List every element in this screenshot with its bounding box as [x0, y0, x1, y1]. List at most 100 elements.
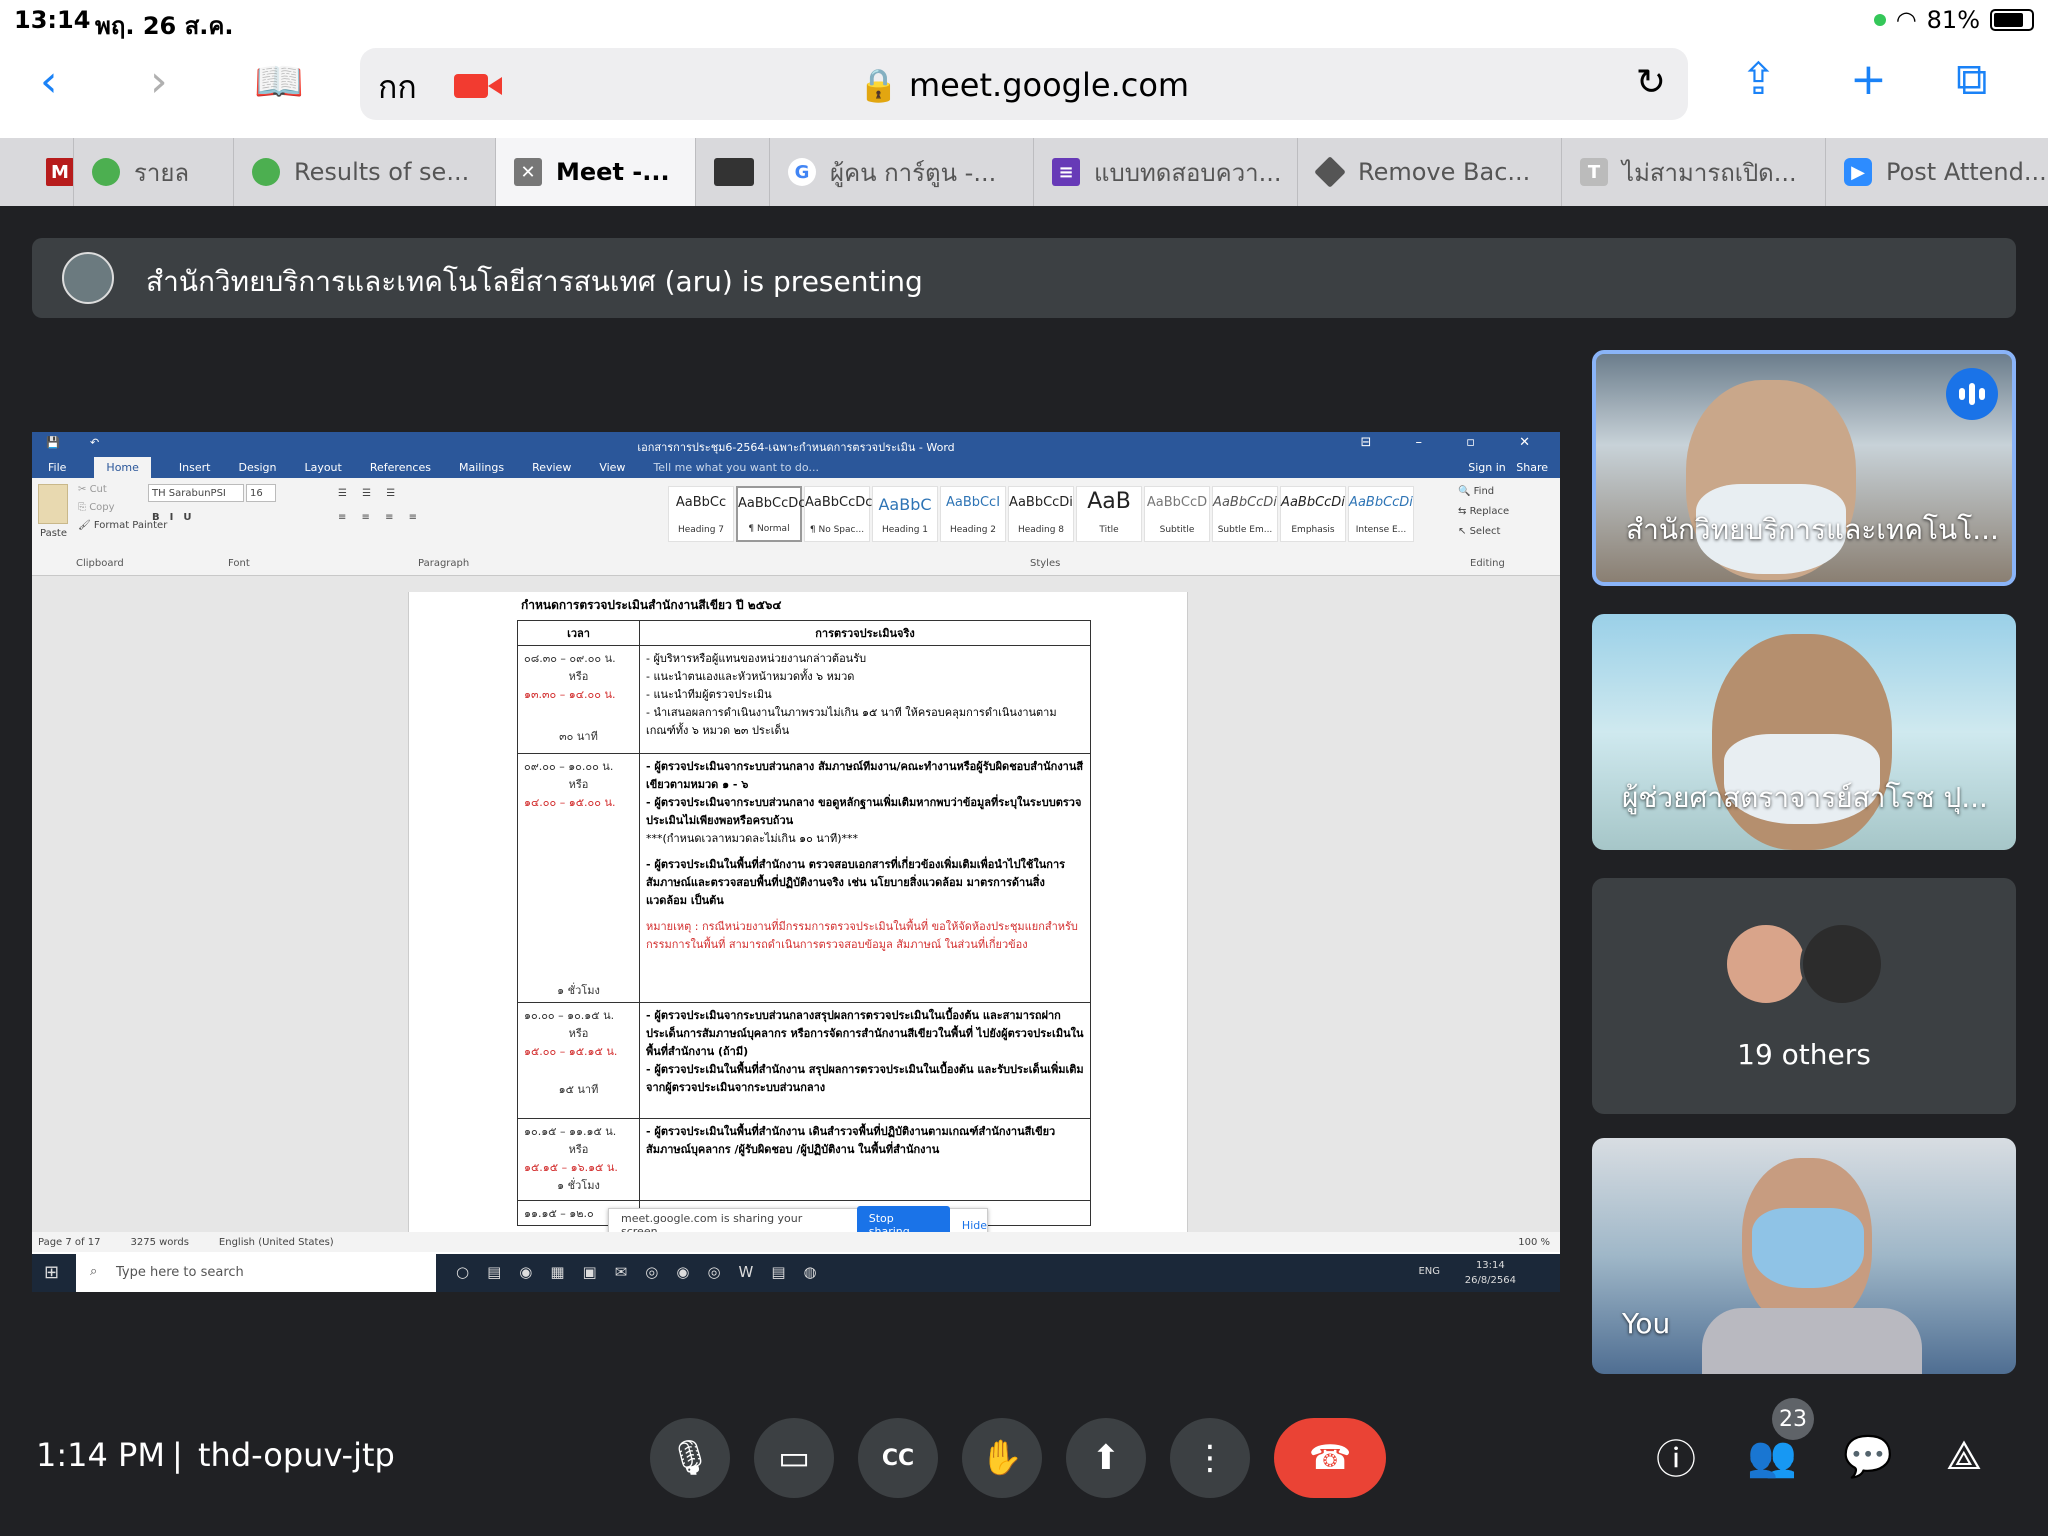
menu-references[interactable]: References	[370, 461, 431, 474]
style-heading-7[interactable]: AaBbCc Heading 7	[668, 486, 734, 542]
menu-file[interactable]: File	[48, 461, 66, 474]
meeting-info-button[interactable]: ⓘ	[1648, 1428, 1704, 1484]
window-controls[interactable]: ⊟ – ▫ ✕	[1361, 435, 1551, 450]
tabs-overview-icon[interactable]: ⧉	[1956, 54, 1987, 105]
chat-button[interactable]: 💬	[1840, 1428, 1896, 1484]
tab-forms[interactable]: ≡ แบบทดสอบควา...	[1034, 138, 1298, 206]
bookmarks-icon[interactable]: 📖	[254, 54, 304, 110]
paste-button[interactable]: Paste	[40, 528, 67, 539]
participant-name: สำนักวิทยบริการและเทคโนโ...	[1626, 513, 1999, 546]
tab-remove-bg[interactable]: Remove Bac...	[1298, 138, 1562, 206]
microphone-icon: 🎙	[668, 1438, 712, 1478]
google-icon: G	[788, 158, 816, 186]
tab-google-cartoon[interactable]: G ผู้คน การ์ตูน -...	[770, 138, 1034, 206]
tab-post-attend[interactable]: ▶ Post Attend...	[1826, 138, 2048, 206]
tab-cannot-open[interactable]: T ไม่สามารถเปิด...	[1562, 138, 1826, 206]
zoom-level[interactable]: 100 %	[1518, 1237, 1550, 1248]
windows-start-icon[interactable]: ⊞	[44, 1262, 59, 1283]
paste-icon[interactable]	[38, 484, 68, 524]
tab-camera[interactable]	[696, 138, 770, 206]
microphone-button[interactable]: 🎙	[650, 1418, 730, 1498]
menu-insert[interactable]: Insert	[179, 461, 211, 474]
captions-button[interactable]: CC	[858, 1418, 938, 1498]
presenting-text: สำนักวิทยบริการและเทคโนโลยีสารสนเทศ (aru…	[146, 265, 923, 298]
style-subtle-emphasis[interactable]: AaBbCcDi Subtle Em...	[1212, 486, 1278, 542]
info-icon: ⓘ	[1656, 1437, 1696, 1483]
taskbar-clock[interactable]: 13:14 26/8/2564	[1465, 1258, 1516, 1288]
avatar	[1724, 922, 1808, 1006]
camera-button[interactable]: ▭	[754, 1418, 834, 1498]
url-text[interactable]: 🔒 meet.google.com	[360, 66, 1688, 104]
menu-review[interactable]: Review	[532, 461, 571, 474]
font-size-select[interactable]: 16	[246, 484, 276, 502]
raise-hand-button[interactable]: ✋	[962, 1418, 1042, 1498]
copy-button[interactable]: ⎘ Copy	[78, 502, 115, 513]
language-indicator[interactable]: English (United States)	[219, 1237, 334, 1248]
mask-shape	[1752, 1208, 1864, 1288]
style-title[interactable]: AaB Title	[1076, 486, 1142, 542]
tab-label: Results of se...	[294, 158, 470, 186]
style-heading-1[interactable]: AaBbC Heading 1	[872, 486, 938, 542]
more-vert-icon: ⋮	[1193, 1438, 1227, 1478]
menu-view[interactable]: View	[599, 461, 625, 474]
participant-tile-others[interactable]: 19 others	[1592, 878, 2016, 1114]
replace-button[interactable]: ⇆ Replace	[1458, 506, 1509, 517]
address-bar[interactable]: กก 🔒 meet.google.com ↻	[360, 48, 1688, 120]
sign-in-share[interactable]: Sign in Share	[1468, 461, 1548, 474]
back-icon[interactable]: ‹	[40, 54, 58, 110]
select-button[interactable]: ↖ Select	[1458, 526, 1500, 537]
find-button[interactable]: 🔍 Find	[1458, 486, 1494, 497]
new-tab-icon[interactable]: +	[1850, 54, 1887, 105]
more-options-button[interactable]: ⋮	[1170, 1418, 1250, 1498]
close-icon[interactable]: ✕	[514, 158, 542, 186]
share-icon[interactable]: ⇪	[1740, 54, 1777, 105]
tell-me-box[interactable]: Tell me what you want to do...	[653, 461, 819, 474]
present-button[interactable]: ⬆	[1066, 1418, 1146, 1498]
style-normal[interactable]: AaBbCcDc ¶ Normal	[736, 486, 805, 542]
end-call-button[interactable]: ☎	[1274, 1418, 1386, 1498]
format-buttons[interactable]: BIU	[152, 512, 201, 523]
document-page[interactable]: กำหนดการตรวจประเมินสำนักงานสีเขียว ปี ๒๕…	[408, 592, 1188, 1252]
seal-icon	[252, 158, 280, 186]
participant-tile-assistant-professor[interactable]: ผู้ช่วยศาสตราจารย์สาโรช ปุ...	[1592, 614, 2016, 850]
layers-icon	[1314, 156, 1346, 188]
list-buttons[interactable]: ☰ ☰ ☰	[338, 488, 401, 499]
cut-button[interactable]: ✂ Cut	[78, 484, 107, 495]
taskbar-language[interactable]: ENG	[1418, 1266, 1440, 1277]
hide-button[interactable]: Hide	[962, 1219, 987, 1232]
style-no-spacing[interactable]: AaBbCcDc ¶ No Spac...	[804, 486, 872, 542]
presenter-avatar	[62, 252, 114, 304]
menu-design[interactable]: Design	[238, 461, 276, 474]
style-emphasis[interactable]: AaBbCcDi Emphasis	[1280, 486, 1346, 542]
participant-tile-presenter[interactable]: สำนักวิทยบริการและเทคโนโ...	[1592, 350, 2016, 586]
document-area[interactable]: กำหนดการตรวจประเมินสำนักงานสีเขียว ปี ๒๕…	[32, 592, 1560, 1252]
taskbar-app-icons[interactable]: ○▤◉▦▣✉◎◉◎W▤◍	[456, 1263, 835, 1281]
menu-mailings[interactable]: Mailings	[459, 461, 504, 474]
tab-label: Remove Bac...	[1358, 158, 1531, 186]
activities-button[interactable]: ⟁	[1936, 1428, 1992, 1484]
status-time: 13:14	[14, 6, 91, 34]
table-row: ๑๐.๐๐ – ๑๐.๑๕ น. หรือ ๑๕.๐๐ – ๑๕.๑๕ น. ๑…	[517, 1002, 1091, 1119]
menu-home[interactable]: Home	[94, 456, 151, 478]
participant-tile-self[interactable]: You	[1592, 1138, 2016, 1374]
font-name-select[interactable]: TH SarabunPSI	[148, 484, 244, 502]
style-heading-8[interactable]: AaBbCcDi Heading 8	[1008, 486, 1074, 542]
shared-screen[interactable]: 💾 ↶ เอกสารการประชุม6-2564-เฉพาะกำหนดการต…	[32, 432, 1560, 1292]
menu-layout[interactable]: Layout	[304, 461, 341, 474]
table-header-assessment: การตรวจประเมินจริง	[639, 620, 1091, 646]
tab-rai[interactable]: รายล	[74, 138, 234, 206]
style-heading-2[interactable]: AaBbCcI Heading 2	[940, 486, 1006, 542]
tab-gmail[interactable]: M	[0, 138, 74, 206]
page-indicator[interactable]: Page 7 of 17	[38, 1237, 100, 1248]
word-count[interactable]: 3275 words	[130, 1237, 188, 1248]
word-status-bar: Page 7 of 17 3275 words English (United …	[32, 1232, 1560, 1252]
participant-name: You	[1622, 1307, 1671, 1340]
align-buttons[interactable]: ≡ ≡ ≡ ≡	[338, 512, 423, 523]
reload-icon[interactable]: ↻	[1636, 62, 1666, 103]
taskbar-search[interactable]: ⌕ Type here to search	[76, 1254, 436, 1292]
forward-icon[interactable]: ›	[150, 54, 168, 110]
style-intense-emphasis[interactable]: AaBbCcDi Intense E...	[1348, 486, 1414, 542]
style-subtitle[interactable]: AaBbCcD Subtitle	[1144, 486, 1210, 542]
tab-results[interactable]: Results of se...	[234, 138, 496, 206]
tab-meet[interactable]: ✕ Meet -...	[496, 138, 696, 206]
